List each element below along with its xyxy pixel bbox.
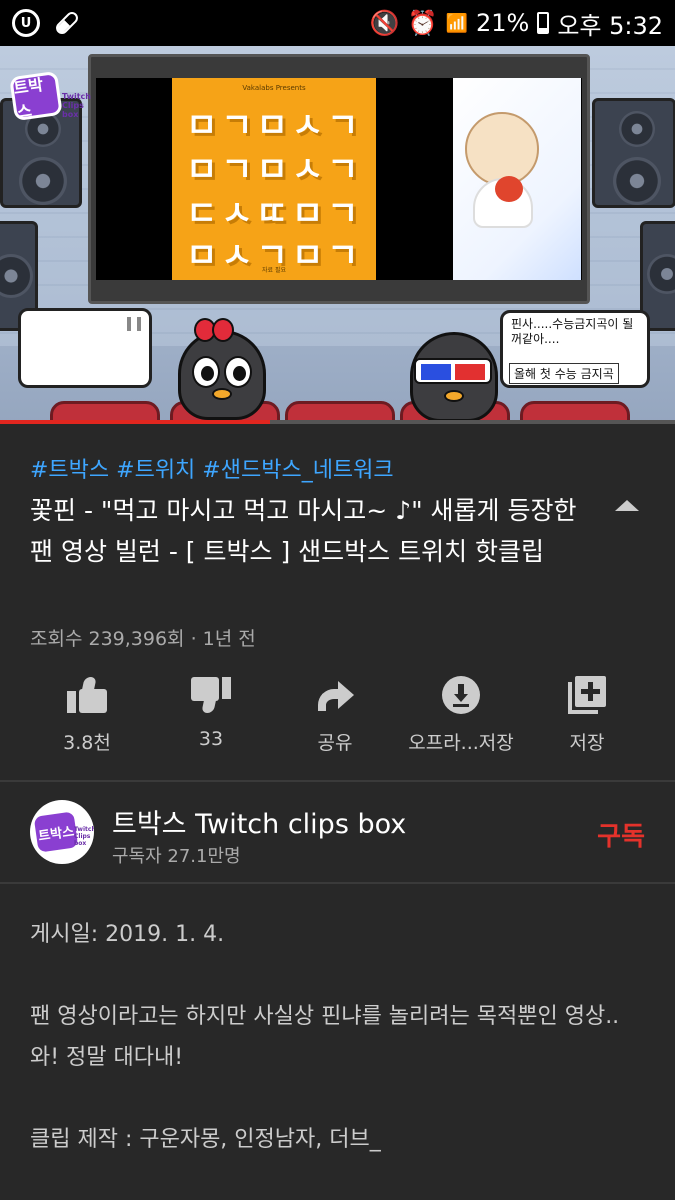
- speech-bubble-right: 핀사.....수능금지곡이 될 꺼같아.... 올해 첫 수능 금지곡: [500, 310, 650, 388]
- divider: [0, 882, 675, 884]
- dislike-count: 33: [198, 728, 224, 750]
- poster-row-2: ㅁㄱㅁㅅㄱ: [186, 150, 363, 190]
- battery-percent: 21%: [475, 9, 530, 37]
- channel-row[interactable]: 트박스 Twitch Clips box 트박스 Twitch clips bo…: [0, 782, 675, 882]
- speaker-right-top: [592, 98, 675, 208]
- hashtags[interactable]: #트박스 #트위치 #샌드박스_네트워크: [30, 452, 394, 484]
- like-button[interactable]: 3.8천: [22, 670, 152, 760]
- share-icon: [316, 681, 354, 711]
- character-illustration: [453, 78, 581, 280]
- poster-row-1: ㅁㄱㅁㅅㄱ: [186, 106, 363, 146]
- speech-bubble-left: [18, 308, 152, 388]
- video-meta: 조회수 239,396회 · 1년 전: [30, 628, 256, 650]
- dislike-button[interactable]: 33: [146, 670, 276, 760]
- offline-save-button[interactable]: 오프라...저장: [396, 670, 526, 760]
- wifi-icon: 📶: [445, 12, 468, 34]
- channel-avatar[interactable]: 트박스 Twitch Clips box: [30, 800, 94, 864]
- poster-presents: Vakalabs Presents: [242, 84, 306, 92]
- album-poster: Vakalabs Presents ㅁㄱㅁㅅㄱ ㅁㄱㅁㅅㄱ ㄷㅅㄸㅁㄱ ㅁㅅㄱㅁ…: [172, 78, 376, 280]
- avatar-logo-sub: Twitch Clips box: [74, 826, 94, 847]
- offline-save-label: 오프라...저장: [408, 732, 514, 754]
- poster-footer: 자료 필요: [262, 267, 286, 274]
- 3d-glasses-icon: [414, 358, 492, 384]
- avatar-logo-text: 트박스: [33, 811, 79, 853]
- status-bar: U 🔇 ⏰ 📶 21% 오후 5:32: [0, 0, 675, 46]
- mute-icon: 🔇: [369, 9, 400, 37]
- video-description: 게시일: 2019. 1. 4. 팬 영상이라고는 하지만 사실상 핀냐를 놀리…: [30, 914, 650, 1160]
- pause-icon: [127, 317, 141, 331]
- bow-icon: [194, 318, 234, 342]
- bubble-text: 핀사.....수능금지곡이 될 꺼같아....: [511, 317, 634, 346]
- share-button[interactable]: 공유: [270, 670, 400, 760]
- description-line: 클립 제작 : 구운자몽, 인정남자, 더브_: [30, 1127, 381, 1152]
- action-bar: 3.8천 33 공유 오프라...저장 저장: [0, 670, 675, 760]
- description-line: 와! 정말 대다내!: [30, 1045, 184, 1070]
- thumbs-up-icon: [67, 677, 107, 713]
- video-player[interactable]: Vakalabs Presents ㅁㄱㅁㅅㄱ ㅁㄱㅁㅅㄱ ㄷㅅㄸㅁㄱ ㅁㅅㄱㅁ…: [0, 46, 675, 424]
- description-line: 팬 영상이라고는 하지만 사실상 핀냐를 놀리려는 목적뿐인 영상..: [30, 1004, 620, 1029]
- subscribe-button[interactable]: 구독: [597, 816, 645, 853]
- bubble-tag: 올해 첫 수능 금지곡: [509, 363, 619, 384]
- channel-name[interactable]: 트박스 Twitch clips box: [112, 802, 406, 841]
- share-label: 공유: [317, 732, 353, 754]
- logo-badge: 트박스: [9, 70, 63, 122]
- video-title[interactable]: 꽃핀 - "먹고 마시고 먹고 마시고~ ♪" 새롭게 등장한 팬 영상 빌런 …: [30, 490, 590, 572]
- playlist-add-icon: [568, 676, 606, 714]
- video-progress-fill: [0, 420, 270, 424]
- channel-logo: 트박스 Twitch Clips box: [9, 64, 91, 124]
- download-icon: [442, 676, 480, 714]
- collapse-chevron-icon[interactable]: [615, 500, 639, 511]
- video-progress-bar[interactable]: [0, 420, 675, 424]
- like-count: 3.8천: [63, 732, 111, 754]
- alarm-icon: ⏰: [407, 9, 438, 37]
- pill-icon: [53, 9, 81, 37]
- thumbs-down-icon: [191, 677, 231, 713]
- app-notification-icon: U: [12, 9, 40, 37]
- subscriber-count: 구독자 27.1만명: [112, 846, 241, 867]
- save-button[interactable]: 저장: [522, 670, 652, 760]
- clock: 오후 5:32: [557, 11, 663, 40]
- penguin-left: [178, 330, 266, 420]
- logo-subtitle: Twitch Clips box: [62, 92, 91, 119]
- save-label: 저장: [569, 732, 605, 754]
- battery-icon: [537, 12, 550, 34]
- publish-date: 게시일: 2019. 1. 4.: [30, 922, 225, 947]
